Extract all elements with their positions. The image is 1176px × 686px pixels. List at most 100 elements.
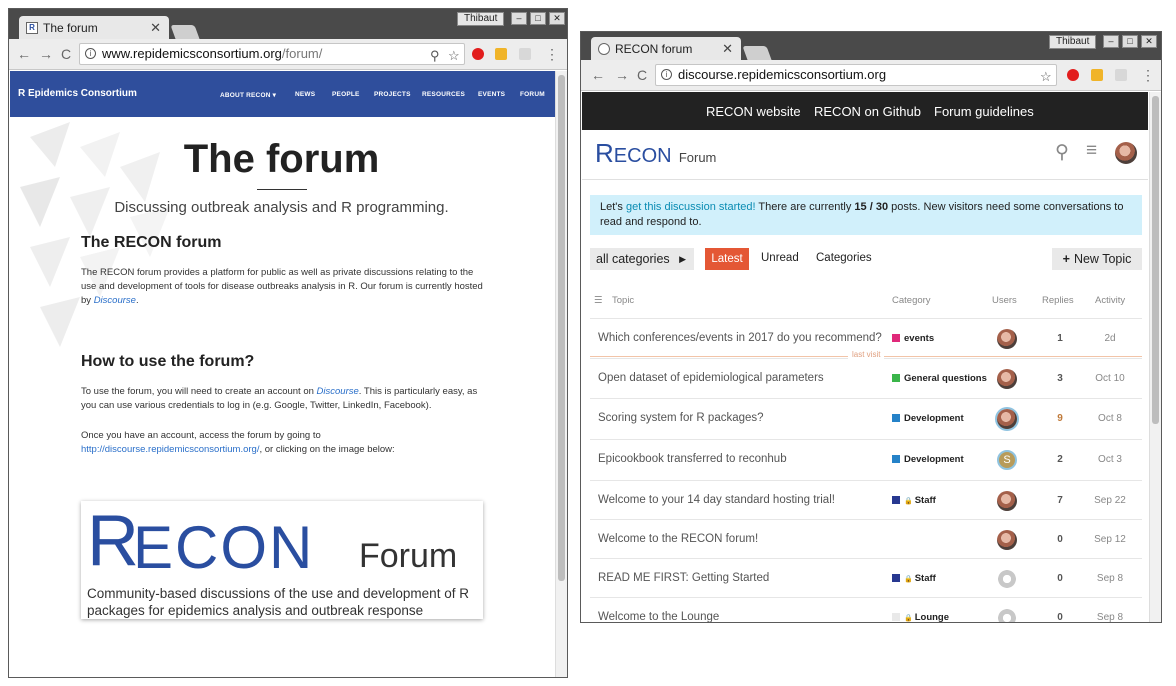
discourse-logo[interactable]: RECON Forum: [595, 138, 716, 169]
nav-forum-guidelines[interactable]: Forum guidelines: [934, 104, 1034, 119]
tab-recon-forum[interactable]: RECON forum ✕: [591, 37, 741, 61]
paypal-extension-icon[interactable]: [1091, 69, 1103, 81]
reload-icon[interactable]: C: [637, 67, 647, 83]
site-brand[interactable]: R Epidemics Consortium: [18, 88, 137, 99]
category-badge[interactable]: Development: [892, 454, 964, 465]
nav-forum[interactable]: FORUM: [520, 91, 545, 98]
forward-arrow-icon[interactable]: →: [39, 46, 53, 62]
page-scrollbar[interactable]: [555, 71, 567, 677]
activity-date[interactable]: Sep 22: [1094, 495, 1126, 506]
bookmark-star-icon[interactable]: ☆: [448, 46, 460, 66]
address-bar[interactable]: i discourse.repidemicsconsortium.org ☆: [655, 64, 1057, 86]
tab-the-forum[interactable]: R The forum ✕: [19, 16, 169, 40]
reload-icon[interactable]: C: [61, 46, 71, 62]
system-avatar-gear-icon[interactable]: [997, 569, 1017, 589]
minimize-button[interactable]: –: [511, 12, 527, 25]
nav-resources[interactable]: RESOURCES: [422, 91, 465, 98]
category-badge[interactable]: 🔒 Lounge: [892, 612, 949, 622]
topic-row[interactable]: Scoring system for R packages? Developmen…: [590, 398, 1142, 438]
topic-title[interactable]: Scoring system for R packages?: [598, 412, 764, 424]
window-close-button[interactable]: ✕: [1141, 35, 1157, 48]
start-discussion-link[interactable]: get this discussion started!: [626, 201, 756, 213]
nav-recon-website[interactable]: RECON website: [706, 104, 801, 119]
category-badge[interactable]: 🔒 Staff: [892, 495, 936, 506]
tab-unread[interactable]: Unread: [761, 252, 799, 264]
profile-button[interactable]: Thibaut: [1049, 35, 1097, 49]
system-avatar-gear-icon[interactable]: [997, 608, 1017, 622]
topic-row[interactable]: Welcome to the Lounge 🔒 Lounge 0 Sep 8: [590, 597, 1142, 622]
scrollbar-thumb[interactable]: [558, 75, 565, 581]
opera-extension-icon[interactable]: [1067, 69, 1079, 81]
topic-title[interactable]: Which conferences/events in 2017 do you …: [598, 332, 882, 344]
topic-row[interactable]: Epicookbook transferred to reconhub Devel…: [590, 439, 1142, 479]
bookmark-star-icon[interactable]: ☆: [1040, 67, 1052, 87]
recon-forum-logo-image[interactable]: R ECON Forum Community-based discussions…: [81, 501, 483, 619]
menu-kebab-icon[interactable]: ⋮: [1141, 67, 1155, 84]
topic-row[interactable]: Welcome to the RECON forum! 0 Sep 12: [590, 519, 1142, 559]
topic-title[interactable]: Welcome to the Lounge: [598, 611, 719, 622]
nav-about[interactable]: ABOUT RECON ▾: [220, 91, 276, 99]
topic-title[interactable]: Welcome to your 14 day standard hosting …: [598, 494, 835, 506]
activity-date[interactable]: Oct 10: [1094, 373, 1126, 384]
extension-icon[interactable]: [1115, 69, 1127, 81]
topic-title[interactable]: READ ME FIRST: Getting Started: [598, 572, 769, 584]
forward-arrow-icon[interactable]: →: [615, 67, 629, 83]
discourse-link[interactable]: Discourse: [317, 386, 359, 397]
topic-title[interactable]: Epicookbook transferred to reconhub: [598, 453, 787, 465]
nav-news[interactable]: NEWS: [295, 91, 315, 98]
topic-title[interactable]: Open dataset of epidemiological paramete…: [598, 372, 824, 384]
topic-row[interactable]: Welcome to your 14 day standard hosting …: [590, 480, 1142, 520]
column-header-activity[interactable]: Activity: [1095, 295, 1125, 306]
user-avatar[interactable]: [997, 530, 1017, 550]
new-tab-button[interactable]: [170, 25, 200, 39]
nav-events[interactable]: EVENTS: [478, 91, 505, 98]
category-badge[interactable]: General questions: [892, 373, 987, 384]
back-arrow-icon[interactable]: ←: [591, 67, 605, 83]
nav-people[interactable]: PEOPLE: [332, 91, 360, 98]
user-letter-avatar[interactable]: S: [997, 450, 1017, 470]
page-scrollbar[interactable]: [1149, 92, 1161, 622]
activity-date[interactable]: 2d: [1094, 333, 1126, 344]
category-badge[interactable]: 🔒 Staff: [892, 573, 936, 584]
column-header-topic[interactable]: Topic: [612, 295, 634, 306]
activity-date[interactable]: Oct 3: [1094, 454, 1126, 465]
new-tab-button[interactable]: [742, 46, 772, 60]
discourse-link[interactable]: Discourse: [94, 295, 136, 306]
activity-date[interactable]: Oct 8: [1094, 413, 1126, 424]
address-bar[interactable]: i www.repidemicsconsortium.org/forum/ ⚲ …: [79, 43, 465, 65]
user-avatar[interactable]: [997, 409, 1017, 429]
column-header-category[interactable]: Category: [892, 295, 931, 306]
user-avatar[interactable]: [1115, 142, 1137, 164]
column-header-replies[interactable]: Replies: [1042, 295, 1074, 306]
all-categories-dropdown[interactable]: all categories ▶: [590, 248, 694, 270]
activity-date[interactable]: Sep 8: [1094, 612, 1126, 622]
tab-categories[interactable]: Categories: [816, 252, 872, 264]
scrollbar-thumb[interactable]: [1152, 96, 1159, 424]
menu-kebab-icon[interactable]: ⋮: [545, 46, 559, 63]
window-close-button[interactable]: ✕: [549, 12, 565, 25]
opera-extension-icon[interactable]: [472, 48, 484, 60]
topic-row[interactable]: Open dataset of epidemiological paramete…: [590, 358, 1142, 398]
activity-date[interactable]: Sep 12: [1094, 534, 1126, 545]
forum-url-link[interactable]: http://discourse.repidemicsconsortium.or…: [81, 444, 259, 455]
category-badge[interactable]: Development: [892, 413, 964, 424]
category-badge[interactable]: events: [892, 333, 934, 344]
zoom-icon[interactable]: ⚲: [430, 46, 440, 66]
nav-projects[interactable]: PROJECTS: [374, 91, 411, 98]
site-info-icon[interactable]: i: [85, 48, 96, 59]
tab-close-icon[interactable]: ✕: [150, 16, 161, 40]
user-avatar[interactable]: [997, 369, 1017, 389]
activity-date[interactable]: Sep 8: [1094, 573, 1126, 584]
paypal-extension-icon[interactable]: [495, 48, 507, 60]
maximize-button[interactable]: □: [530, 12, 546, 25]
new-topic-button[interactable]: + New Topic: [1052, 248, 1142, 270]
tab-close-icon[interactable]: ✕: [722, 37, 733, 61]
maximize-button[interactable]: □: [1122, 35, 1138, 48]
nav-recon-github[interactable]: RECON on Github: [814, 104, 921, 119]
user-avatar[interactable]: [997, 329, 1017, 349]
tab-latest[interactable]: Latest: [705, 248, 749, 270]
hamburger-menu-icon[interactable]: ≡: [1086, 140, 1097, 162]
extension-icon[interactable]: [519, 48, 531, 60]
search-icon[interactable]: ⚲: [1055, 141, 1069, 164]
topic-title[interactable]: Welcome to the RECON forum!: [598, 533, 758, 545]
